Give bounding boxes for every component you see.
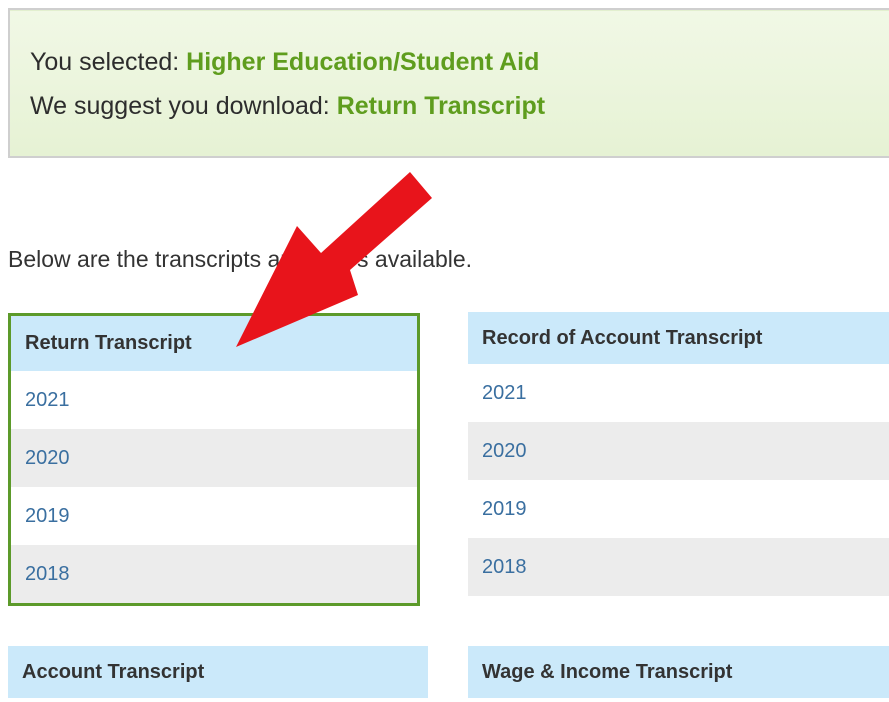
record-year-link[interactable]: 2018 (468, 538, 889, 596)
suggest-value: Return Transcript (336, 92, 546, 120)
wage-income-header: Wage & Income Transcript (468, 646, 889, 698)
selected-line: You selected: Higher Education/Student A… (30, 48, 539, 77)
record-year-link[interactable]: 2021 (468, 364, 889, 422)
suggest-prefix: We suggest you download: (30, 92, 337, 120)
suggest-line: We suggest you download: Return Transcri… (30, 92, 545, 121)
record-year-link[interactable]: 2020 (468, 422, 889, 480)
account-transcript-panel: Account Transcript (8, 646, 428, 698)
selected-value: Higher Education/Student Aid (186, 48, 540, 76)
record-of-account-header: Record of Account Transcript (468, 312, 889, 364)
recommendation-notice: You selected: Higher Education/Student A… (8, 8, 889, 158)
intro-text: Below are the transcripts and years avai… (8, 246, 473, 272)
selected-prefix: You selected: (30, 48, 187, 76)
return-year-link[interactable]: 2021 (11, 371, 417, 429)
wage-income-panel: Wage & Income Transcript (468, 646, 889, 698)
return-year-link[interactable]: 2020 (11, 429, 417, 487)
return-transcript-panel: Return Transcript 2021 2020 2019 2018 (8, 313, 420, 606)
account-transcript-header: Account Transcript (8, 646, 428, 698)
notice-inner (10, 10, 889, 156)
return-year-link[interactable]: 2018 (11, 545, 417, 603)
return-transcript-header: Return Transcript (11, 316, 417, 371)
record-year-link[interactable]: 2019 (468, 480, 889, 538)
return-year-link[interactable]: 2019 (11, 487, 417, 545)
record-of-account-panel: Record of Account Transcript 2021 2020 2… (468, 312, 889, 596)
